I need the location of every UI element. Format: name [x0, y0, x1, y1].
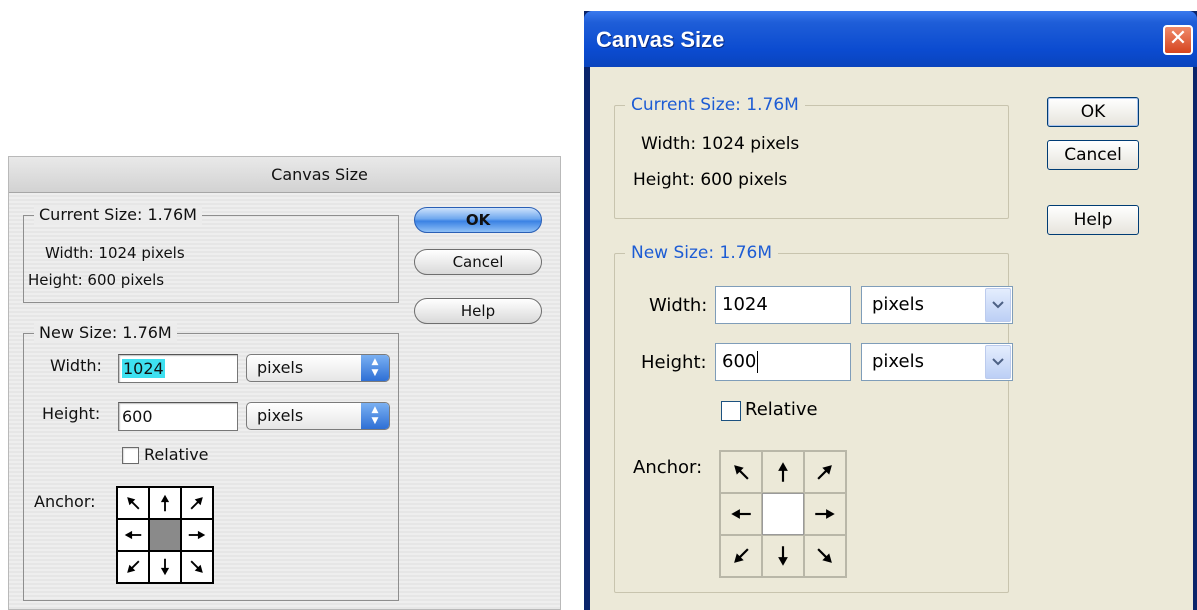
height-value: 600: [122, 407, 153, 426]
new-size-group: New Size: 1.76M Width: 1024 pixels Heigh…: [614, 242, 1013, 593]
current-size-legend: Current Size: 1.76M: [625, 94, 805, 116]
anchor-cell-center-selected[interactable]: [150, 520, 180, 550]
width-label: Width:: [649, 295, 708, 316]
dialog-title: Canvas Size: [596, 27, 725, 52]
arrow-left-icon: [731, 509, 751, 519]
new-size-legend: New Size: 1.76M: [625, 242, 779, 264]
arrow-up-icon: [160, 494, 170, 512]
anchor-cell[interactable]: [118, 520, 148, 550]
anchor-cell[interactable]: [805, 536, 845, 576]
anchor-label: Anchor:: [633, 457, 703, 478]
help-button[interactable]: Help: [414, 298, 542, 324]
height-input[interactable]: 600: [715, 343, 851, 381]
width-value: 1024: [722, 294, 768, 315]
arrow-up-icon: [778, 462, 788, 482]
height-label: Height:: [641, 352, 707, 373]
arrow-up-right-icon: [190, 497, 203, 510]
height-unit-select[interactable]: pixels: [861, 343, 1013, 381]
arrow-right-icon: [815, 509, 835, 519]
anchor-cell[interactable]: [721, 494, 761, 534]
current-height-text: Height: 600 pixels: [28, 271, 165, 289]
title-bar: Canvas Size ✕: [584, 11, 1197, 67]
width-unit-value: pixels: [872, 294, 924, 315]
height-input[interactable]: 600: [118, 402, 238, 431]
updown-arrows-icon: ▲ ▼: [361, 355, 389, 381]
current-width-text: Width: 1024 pixels: [45, 244, 185, 262]
ok-button[interactable]: OK: [414, 207, 542, 233]
anchor-label: Anchor:: [34, 492, 96, 511]
anchor-cell[interactable]: [721, 536, 761, 576]
mac-canvas-size-dialog: Canvas Size Current Size: 1.76M Width: 1…: [8, 156, 561, 610]
anchor-cell[interactable]: [763, 536, 803, 576]
height-unit-value: pixels: [872, 351, 924, 372]
current-height-text: Height: 600 pixels: [633, 170, 788, 190]
relative-label[interactable]: Relative: [144, 445, 209, 464]
arrow-up-left-icon: [127, 497, 140, 510]
arrow-down-left-icon: [734, 548, 749, 563]
height-label: Height:: [42, 404, 101, 423]
arrow-up-left-icon: [734, 465, 749, 480]
height-value: 600: [722, 351, 757, 372]
new-size-group: New Size: 1.76M Width: 1024 pixels ▲ ▼ He…: [23, 323, 399, 601]
height-unit-value: pixels: [257, 406, 304, 425]
close-icon[interactable]: ✕: [1163, 25, 1193, 55]
arrow-down-icon: [778, 546, 788, 566]
width-unit-value: pixels: [257, 358, 304, 377]
arrow-down-right-icon: [190, 560, 203, 573]
relative-checkbox[interactable]: [122, 447, 139, 464]
current-size-legend: Current Size: 1.76M: [34, 205, 202, 225]
cancel-button[interactable]: Cancel: [1047, 140, 1139, 170]
arrow-left-icon: [124, 530, 142, 540]
anchor-grid: [116, 486, 214, 584]
anchor-cell[interactable]: [150, 552, 180, 582]
ok-button[interactable]: OK: [1047, 97, 1139, 127]
width-input[interactable]: 1024: [715, 286, 851, 324]
anchor-cell[interactable]: [118, 488, 148, 518]
new-size-legend: New Size: 1.76M: [34, 323, 177, 343]
cancel-button[interactable]: Cancel: [414, 249, 542, 275]
windows-canvas-size-dialog: Canvas Size ✕ Current Size: 1.76M Width:…: [584, 11, 1197, 610]
relative-label[interactable]: Relative: [745, 399, 818, 420]
anchor-cell[interactable]: [182, 520, 212, 550]
width-unit-select[interactable]: pixels ▲ ▼: [246, 354, 390, 382]
anchor-cell[interactable]: [118, 552, 148, 582]
current-size-group: Current Size: 1.76M Width: 1024 pixels H…: [23, 205, 399, 303]
dialog-title: Canvas Size: [9, 157, 560, 193]
updown-arrows-icon: ▲ ▼: [361, 403, 389, 429]
width-input[interactable]: 1024: [118, 354, 238, 383]
relative-checkbox[interactable]: [721, 401, 741, 421]
anchor-cell[interactable]: [182, 488, 212, 518]
anchor-cell[interactable]: [805, 452, 845, 492]
arrow-down-left-icon: [127, 560, 140, 573]
help-button[interactable]: Help: [1047, 205, 1139, 235]
anchor-cell[interactable]: [805, 494, 845, 534]
arrow-down-right-icon: [817, 548, 832, 563]
dialog-client-area: Current Size: 1.76M Width: 1024 pixels H…: [590, 67, 1193, 610]
current-size-group: Current Size: 1.76M Width: 1024 pixels H…: [614, 94, 1009, 219]
width-unit-select[interactable]: pixels: [861, 286, 1013, 324]
anchor-cell[interactable]: [721, 452, 761, 492]
arrow-right-icon: [188, 530, 206, 540]
arrow-down-icon: [160, 558, 170, 576]
chevron-down-icon[interactable]: [985, 288, 1011, 322]
anchor-grid: [719, 450, 847, 578]
anchor-cell[interactable]: [182, 552, 212, 582]
width-value: 1024: [122, 359, 165, 378]
arrow-up-right-icon: [817, 465, 832, 480]
anchor-cell-center-selected[interactable]: [762, 493, 804, 535]
text-caret: [757, 351, 759, 373]
height-unit-select[interactable]: pixels ▲ ▼: [246, 402, 390, 430]
anchor-cell[interactable]: [763, 452, 803, 492]
chevron-down-icon[interactable]: [985, 345, 1011, 379]
current-width-text: Width: 1024 pixels: [641, 134, 800, 154]
anchor-cell[interactable]: [150, 488, 180, 518]
width-label: Width:: [50, 356, 102, 375]
